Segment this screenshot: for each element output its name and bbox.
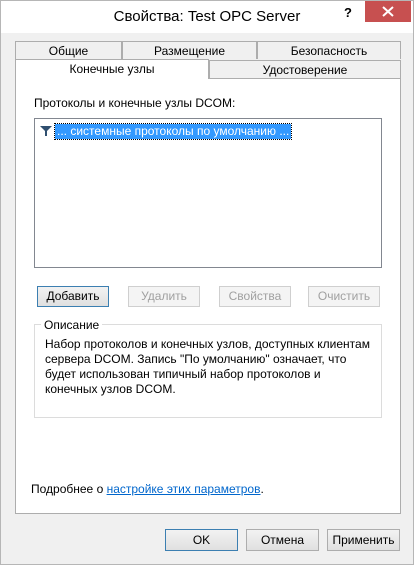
remove-button[interactable]: Удалить xyxy=(128,286,200,307)
endpoints-listbox[interactable]: ... системные протоколы по умолчанию ... xyxy=(34,118,382,268)
help-button[interactable]: ? xyxy=(335,3,361,23)
tab-identity[interactable]: Удостоверение xyxy=(209,60,401,78)
properties-button-label: Свойства xyxy=(228,289,282,303)
tab-security[interactable]: Безопасность xyxy=(257,41,401,59)
list-item[interactable]: ... системные протоколы по умолчанию ... xyxy=(39,122,293,140)
properties-button[interactable]: Свойства xyxy=(219,286,291,307)
tab-location[interactable]: Размещение xyxy=(122,41,257,59)
cancel-button-label: Отмена xyxy=(260,533,305,547)
apply-button[interactable]: Применить xyxy=(327,529,400,551)
clear-button-label: Очистить xyxy=(317,289,371,303)
apply-button-label: Применить xyxy=(332,533,395,547)
add-button-label: Добавить xyxy=(46,289,100,303)
close-button[interactable] xyxy=(365,1,411,22)
properties-dialog: Свойства: Test OPC Server ? Общие Размещ… xyxy=(0,0,414,565)
title-bar: Свойства: Test OPC Server ? xyxy=(1,1,413,33)
add-button[interactable]: Добавить xyxy=(37,286,109,307)
settings-help-link[interactable]: настройке этих параметров xyxy=(107,482,261,496)
list-item-label: ... системные протоколы по умолчанию ... xyxy=(53,122,293,140)
clear-button[interactable]: Очистить xyxy=(308,286,380,307)
tab-general[interactable]: Общие xyxy=(15,41,122,59)
tab-endpoints[interactable]: Конечные узлы xyxy=(15,59,209,79)
protocol-icon xyxy=(40,126,52,136)
remove-button-label: Удалить xyxy=(141,289,187,303)
ok-button-label: OK xyxy=(192,533,211,547)
cancel-button[interactable]: Отмена xyxy=(246,529,319,551)
close-icon xyxy=(382,6,394,17)
ok-button[interactable]: OK xyxy=(165,529,238,551)
